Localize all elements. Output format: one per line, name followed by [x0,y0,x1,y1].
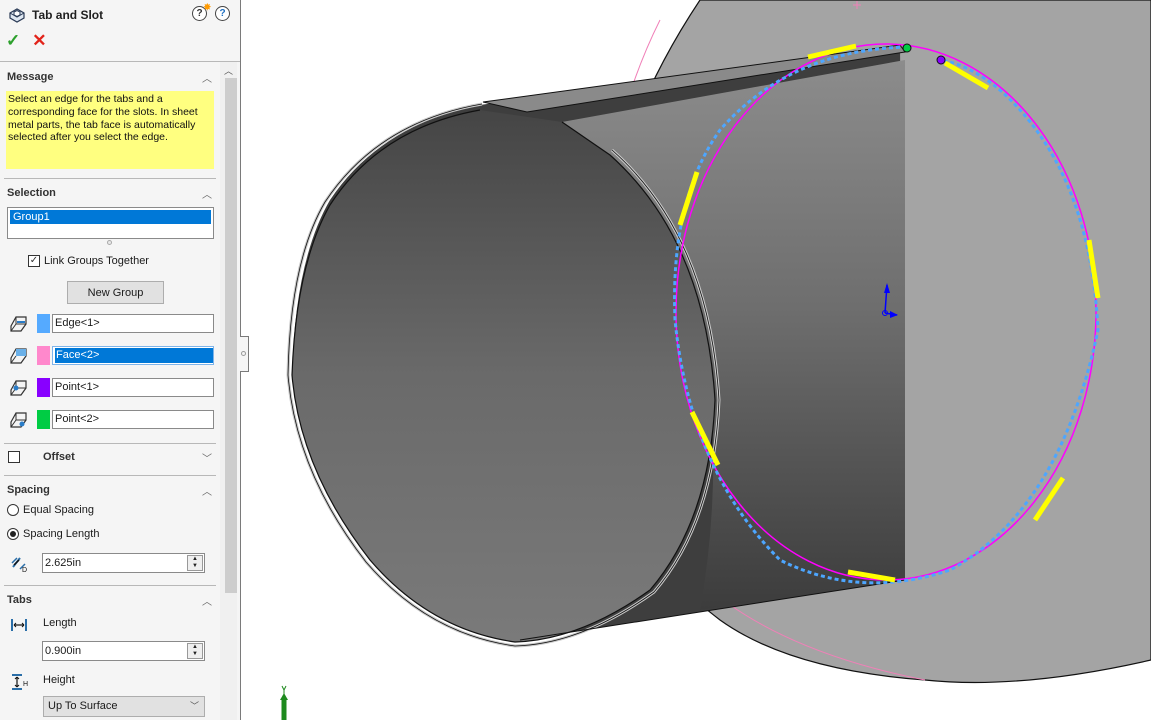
panel-collapse-handle[interactable] [240,336,249,372]
view-orientation-triad-icon [280,685,288,720]
selection-row-edge[interactable]: Edge<1> [8,313,214,333]
edge-color-swatch [37,313,50,333]
panel-title: Tab and Slot [32,8,104,22]
link-groups-label: Link Groups Together [44,255,149,267]
collapse-caret-icon[interactable]: ︿ [202,186,212,201]
tab-height-value: Up To Surface [48,700,118,712]
divider [4,475,216,476]
message-text: Select an edge for the tabs and a corres… [6,91,214,169]
message-section-header[interactable]: Message [7,71,53,83]
tab-height-icon: H [12,674,28,690]
end-point-marker[interactable] [902,43,912,53]
face-selection-icon [10,348,27,364]
collapse-caret-icon[interactable]: ︿ [202,70,212,85]
selection-section-header[interactable]: Selection [7,187,56,199]
link-groups-checkbox-row[interactable]: ✓ Link Groups Together [28,255,149,267]
selection-row-point1[interactable]: Point<1> [8,377,214,397]
spacing-length-option[interactable]: Spacing Length [7,528,99,540]
face-color-swatch [37,345,50,365]
spacing-spinner[interactable]: ▲ ▼ [187,555,203,571]
offset-section-header[interactable]: Offset [43,451,75,463]
cylinder-body[interactable] [286,44,906,648]
offset-checkbox[interactable] [8,451,20,463]
spacing-length-label: Spacing Length [23,528,100,540]
spacing-length-radio[interactable] [7,528,19,540]
tab-length-input[interactable]: 0.900in ▲ ▼ [42,641,205,661]
svg-text:D: D [22,567,27,573]
face-selection-field[interactable]: Face<2> [52,345,214,365]
equal-spacing-label: Equal Spacing [23,504,94,516]
spacing-section-header[interactable]: Spacing [7,484,50,496]
point2-selection-field[interactable]: Point<2> [52,409,214,429]
start-point-icon [10,380,27,396]
start-point-marker[interactable] [936,55,946,65]
tab-height-label: Height [43,674,75,686]
link-groups-checkbox[interactable]: ✓ [28,255,40,267]
group-list-item[interactable]: Group1 [10,210,211,224]
point1-selection-field[interactable]: Point<1> [52,377,214,397]
tab-length-value: 0.900in [45,645,82,657]
spacing-dimension-icon: D [11,557,27,573]
tab-height-dropdown[interactable]: Up To Surface ﹀ [43,696,205,717]
tab-length-label: Length [43,617,77,629]
chevron-down-icon: ﹀ [189,701,199,711]
tab-length-icon [11,619,27,631]
spacing-length-input[interactable]: 2.625in ▲ ▼ [42,553,205,573]
equal-spacing-option[interactable]: Equal Spacing [7,504,94,516]
point1-color-swatch [37,377,50,397]
scroll-up-icon[interactable]: ︿ [220,62,237,78]
expand-caret-icon[interactable]: ﹀ [202,450,212,465]
list-resize-grip[interactable] [107,240,112,245]
divider [4,585,216,586]
end-point-icon [10,412,27,428]
edge-selection-icon [10,316,27,332]
face-selection-value: Face<2> [55,347,213,363]
graphics-viewport[interactable] [249,0,1151,720]
equal-spacing-radio[interactable] [7,504,19,516]
scrollbar-thumb[interactable] [225,78,237,593]
selection-row-point2[interactable]: Point<2> [8,409,214,429]
panel-scrollbar[interactable]: ︿ [220,62,237,720]
cancel-button[interactable]: ✕ [32,32,46,50]
ok-button[interactable]: ✓ [6,32,20,50]
new-group-button[interactable]: New Group [67,281,164,304]
whats-new-help-icon[interactable]: ? ✸ [192,2,211,21]
svg-text:H: H [23,681,28,688]
tab-and-slot-feature-icon [9,8,25,23]
group-list[interactable]: Group1 [7,207,214,239]
collapse-caret-icon[interactable]: ︿ [202,483,212,498]
divider [4,178,216,179]
panel-scroll-area: Message ︿ Select an edge for the tabs an… [0,62,220,720]
selection-row-face[interactable]: Face<2> [8,345,214,365]
spacing-length-value: 2.625in [45,557,82,569]
help-icon[interactable]: ? [215,6,230,21]
collapse-caret-icon[interactable]: ︿ [202,593,212,608]
tab-length-spinner[interactable]: ▲ ▼ [187,643,203,659]
property-manager-panel: Tab and Slot ? ✸ ? ✓ ✕ Message ︿ Select a… [0,0,241,720]
point2-color-swatch [37,409,50,429]
edge-selection-field[interactable]: Edge<1> [52,313,214,333]
divider [4,443,216,444]
tabs-section-header[interactable]: Tabs [7,594,32,606]
